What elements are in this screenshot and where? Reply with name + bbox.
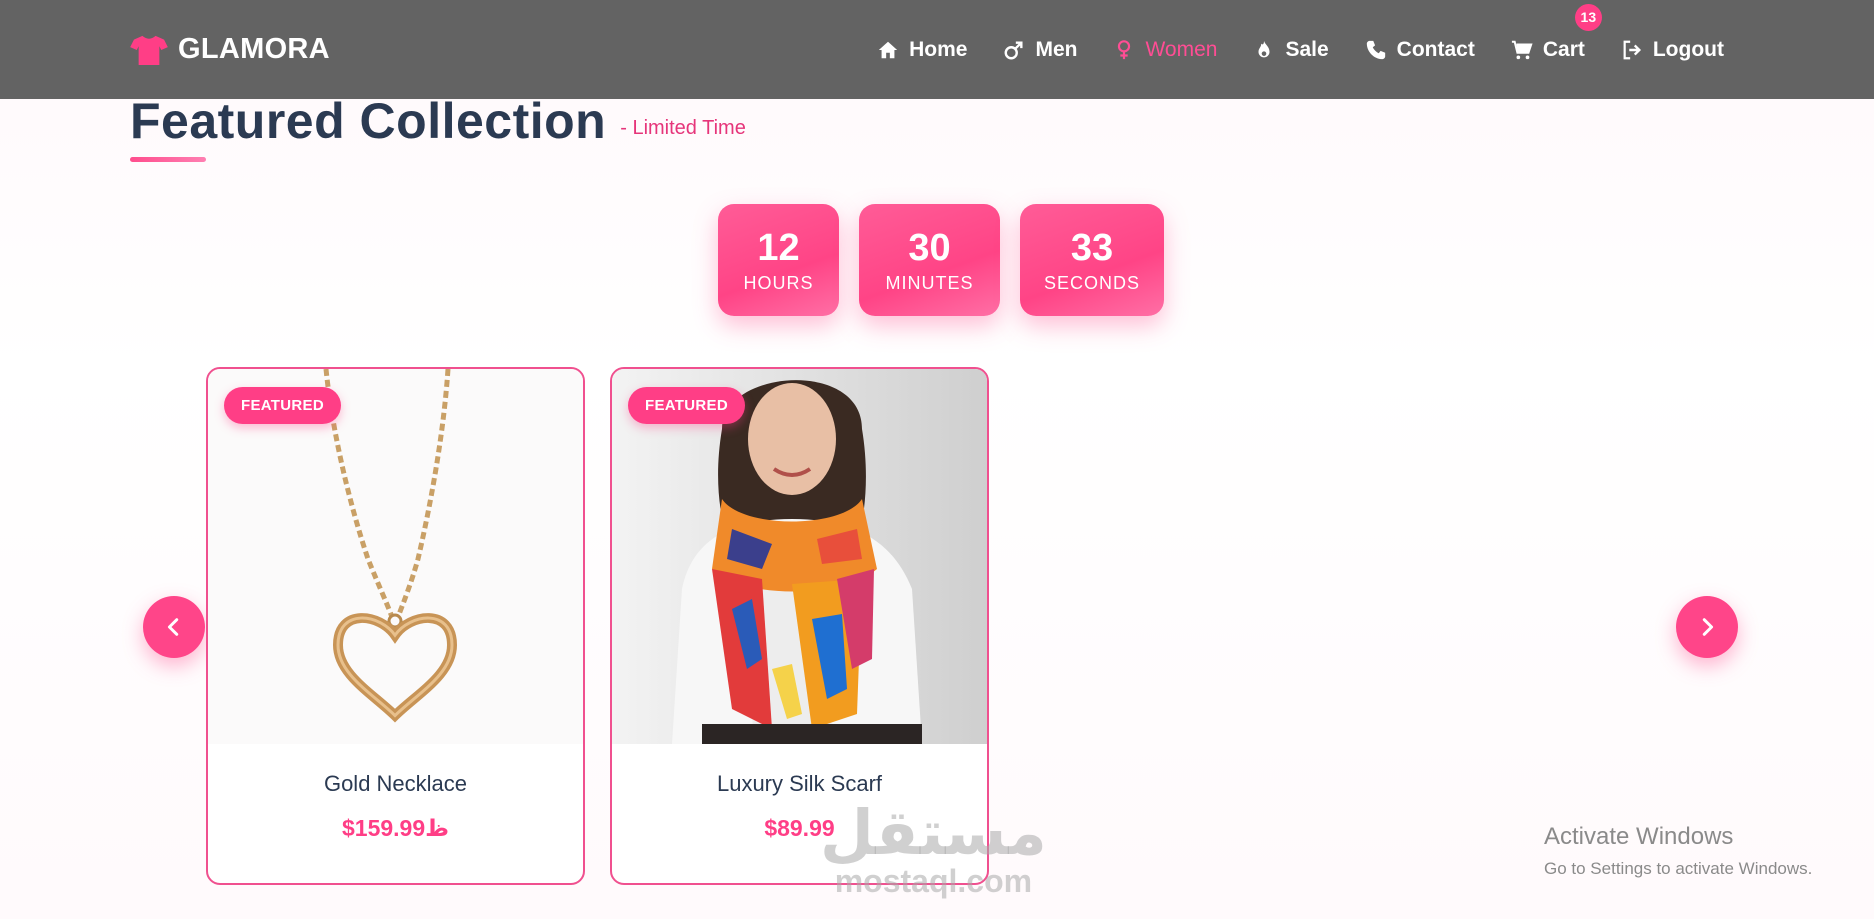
nav-item-label: Sale — [1285, 37, 1329, 61]
tshirt-icon — [130, 35, 168, 65]
watermark-latin: mostaql.com — [834, 863, 1033, 899]
featured-badge: FEATURED — [628, 387, 745, 424]
product-image-necklace[interactable] — [208, 369, 583, 744]
countdown-minutes: 30 MINUTES — [859, 204, 1000, 316]
female-icon — [1118, 39, 1131, 59]
nav-item-cart[interactable]: Cart 13 — [1511, 3, 1602, 62]
nav-item-label: Men — [1035, 37, 1078, 61]
page: GLAMORA Home Men Women Sale Contact Cart… — [0, 0, 1874, 919]
navbar: GLAMORA Home Men Women Sale Contact Cart… — [0, 0, 1874, 99]
mostaql-watermark: مستقل mostaql.com — [820, 796, 1047, 899]
product-name[interactable]: Gold Necklace — [208, 771, 583, 797]
carousel-next-button[interactable] — [1676, 596, 1738, 658]
nav-item-home[interactable]: Home — [877, 38, 967, 62]
scarf-model-image — [612, 369, 987, 744]
nav-item-label: Logout — [1652, 37, 1724, 61]
logout-icon — [1623, 40, 1641, 59]
nav-links: Home Men Women Sale Contact Cart 13 Logo… — [877, 3, 1724, 62]
countdown-seconds-label: SECONDS — [1043, 272, 1140, 293]
page-title: Featured Collection — [130, 93, 607, 149]
countdown-hours: 12 HOURS — [718, 204, 839, 316]
featured-badge: FEATURED — [224, 387, 341, 424]
nav-item-men[interactable]: Men — [1003, 38, 1077, 62]
male-icon — [1005, 40, 1024, 59]
nav-item-label: Cart — [1542, 37, 1585, 61]
necklace-image — [208, 369, 583, 744]
activation-title: Activate Windows — [1544, 823, 1734, 850]
product-price: $159.99ظ — [341, 815, 450, 841]
nav-item-contact[interactable]: Contact — [1365, 38, 1475, 62]
nav-item-label: Home — [909, 37, 968, 61]
product-card[interactable]: FEATURED Gold Necklace $159.99ظ — [206, 367, 585, 885]
chevron-left-icon — [167, 618, 179, 636]
product-image-scarf[interactable] — [612, 369, 987, 744]
home-icon — [878, 41, 898, 58]
carousel-prev-button[interactable] — [143, 596, 205, 658]
countdown-hours-label: HOURS — [743, 272, 814, 293]
nav-item-sale[interactable]: Sale — [1253, 37, 1329, 62]
windows-activation-notice: Activate Windows Go to Settings to activ… — [1544, 823, 1812, 879]
brand-name: GLAMORA — [178, 33, 330, 65]
countdown-timer: 12 HOURS 30 MINUTES 33 SECONDS — [718, 204, 1164, 316]
chevron-right-icon — [1702, 618, 1714, 636]
fire-icon — [1258, 40, 1270, 57]
phone-icon — [1366, 40, 1385, 59]
page-subtitle: - Limited Time — [620, 117, 746, 139]
countdown-minutes-value: 30 — [908, 226, 951, 269]
activation-subtitle: Go to Settings to activate Windows. — [1544, 859, 1813, 878]
countdown-seconds: 33 SECONDS — [1020, 204, 1164, 316]
nav-item-logout[interactable]: Logout — [1621, 38, 1724, 62]
product-name[interactable]: Luxury Silk Scarf — [612, 771, 987, 797]
countdown-seconds-value: 33 — [1070, 226, 1114, 269]
nav-item-women[interactable]: Women — [1113, 38, 1217, 62]
countdown-hours-value: 12 — [757, 226, 800, 269]
cart-icon — [1511, 40, 1533, 59]
countdown-minutes-label: MINUTES — [885, 272, 974, 293]
brand-logo[interactable]: GLAMORA — [130, 33, 330, 66]
watermark-arabic: مستقل — [820, 796, 1047, 869]
cart-count-badge: 13 — [1574, 3, 1602, 31]
section-heading: Featured Collection - Limited Time — [130, 92, 746, 150]
nav-item-label: Women — [1145, 37, 1218, 61]
nav-item-label: Contact — [1396, 37, 1475, 61]
title-underline — [130, 157, 206, 162]
